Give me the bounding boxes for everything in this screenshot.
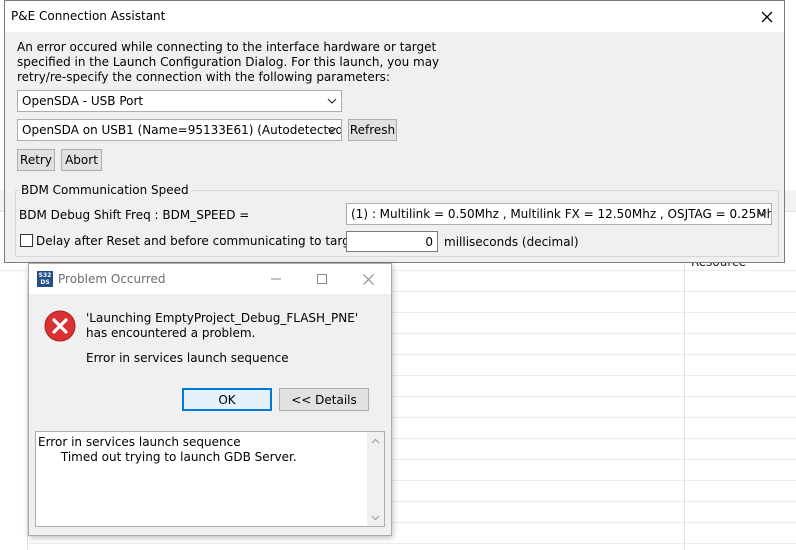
error-icon [44, 310, 76, 342]
bdm-speed-select[interactable]: (1) : Multilink = 0.50Mhz , Multilink FX… [346, 203, 772, 225]
maximize-icon [317, 274, 327, 284]
pe-close-button[interactable] [750, 1, 784, 32]
delay-label: Delay after Reset and before communicati… [36, 234, 383, 248]
refresh-button[interactable]: Refresh [348, 119, 397, 141]
problem-occurred-dialog: S32 DS Problem Occurred 'Launching Empty… [28, 263, 392, 536]
minimize-icon [271, 278, 281, 280]
problem-window-title: Problem Occurred [58, 272, 166, 286]
maximize-button[interactable] [299, 264, 345, 294]
scroll-down-button[interactable] [367, 509, 384, 526]
ok-button[interactable]: OK [182, 388, 272, 411]
abort-button[interactable]: Abort [61, 149, 102, 171]
pe-window-title: P&E Connection Assistant [11, 9, 166, 23]
close-icon [761, 11, 773, 22]
chevron-down-icon [327, 98, 337, 104]
interface-select[interactable]: OpenSDA - USB Port [17, 90, 342, 112]
bdm-speed-group-label: BDM Communication Speed [19, 183, 191, 197]
details-text: Error in services launch sequence Timed … [38, 435, 297, 464]
pe-error-message: An error occured while connecting to the… [17, 40, 440, 84]
delay-unit-label: milliseconds (decimal) [444, 235, 579, 249]
port-select-value: OpenSDA on USB1 (Name=95133E61) (Autodet… [22, 123, 342, 137]
background-row-line [0, 543, 796, 544]
close-icon [362, 273, 374, 285]
chevron-down-icon [757, 211, 767, 217]
problem-titlebar: S32 DS Problem Occurred [29, 264, 391, 294]
problem-detail-summary: Error in services launch sequence [86, 351, 289, 365]
background-column-divider [684, 248, 685, 550]
s32ds-app-icon: S32 DS [37, 271, 53, 287]
background-left-panel [0, 280, 28, 550]
delay-checkbox[interactable] [20, 234, 33, 247]
pe-connection-assistant-window: P&E Connection Assistant An error occure… [4, 0, 785, 263]
scroll-up-button[interactable] [367, 432, 384, 449]
bdm-speed-value: (1) : Multilink = 0.50Mhz , Multilink FX… [351, 207, 772, 221]
retry-button[interactable]: Retry [17, 149, 55, 171]
details-button[interactable]: << Details [279, 388, 369, 411]
details-textarea[interactable]: Error in services launch sequence Timed … [35, 431, 385, 527]
interface-select-value: OpenSDA - USB Port [22, 94, 144, 108]
port-select[interactable]: OpenSDA on USB1 (Name=95133E61) (Autodet… [17, 119, 342, 141]
chevron-down-icon [371, 515, 380, 520]
problem-message: 'Launching EmptyProject_Debug_FLASH_PNE'… [86, 311, 359, 340]
chevron-down-icon [327, 127, 337, 133]
bdm-speed-label: BDM Debug Shift Freq : BDM_SPEED = [19, 208, 250, 222]
details-scrollbar[interactable] [367, 432, 384, 526]
pe-titlebar: P&E Connection Assistant [5, 1, 784, 32]
minimize-button[interactable] [253, 264, 299, 294]
delay-input[interactable]: 0 [346, 231, 438, 252]
problem-close-button[interactable] [345, 264, 391, 294]
chevron-up-icon [371, 438, 380, 443]
